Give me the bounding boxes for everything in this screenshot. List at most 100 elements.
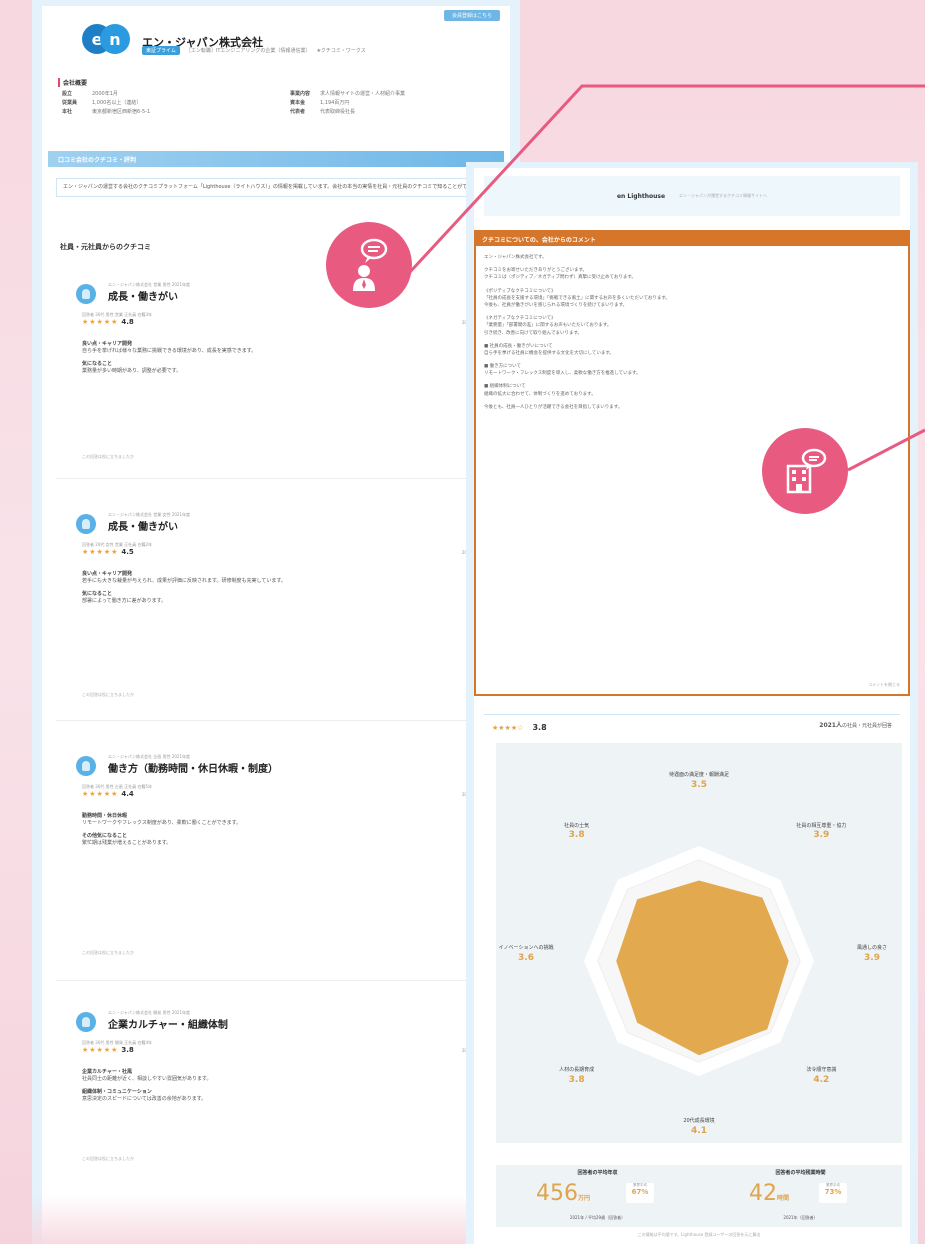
helpful-link[interactable]: この回答は役に立ちましたか xyxy=(82,950,134,956)
salary-caption: この情報は平均値です。Lighthouse 登録ユーザーの回答を元に算出 xyxy=(637,1232,761,1237)
radar-axis-value: 3.9 xyxy=(864,952,880,963)
right-panel: en Lighthouse エン・ジャパンが運営するクチコミ情報サイトへ クチコ… xyxy=(466,162,918,1244)
notice-bar: 口コミ会社のクチコミ・評判 xyxy=(48,151,504,167)
review-text: 意思決定のスピードについては改善の余地があります。 xyxy=(82,1095,207,1102)
radar-axis-value: 3.6 xyxy=(518,952,534,963)
radar-axis-label: 法令順守意識 4.2 xyxy=(781,1067,861,1085)
salary-footnote: 2021年 / 平均29歳（回答者） xyxy=(569,1215,626,1220)
review-label: 良い点・キャリア開発 xyxy=(82,341,133,347)
review-label: その他気になること xyxy=(82,832,128,839)
company-comment-bubble xyxy=(762,428,848,514)
review-score: 4.5 xyxy=(121,548,134,556)
review-body: 勤務時間・休日休暇 リモートワークやフレックス制度があり、柔軟に働くことができま… xyxy=(82,808,482,847)
review-text: 繁忙期は残業が増えることがあります。 xyxy=(82,839,172,846)
salary-value: 456 xyxy=(536,1181,578,1206)
review-works-tag[interactable]: ★クチコミ・ワークス xyxy=(316,47,365,55)
review-title: 働き方（勤務時間・休日休暇・制度） xyxy=(108,764,278,775)
radar-axis-label: 社員の士気 3.8 xyxy=(537,823,617,841)
overall-rating: ★★★★☆ 3.8 2021人の社員・元社員が回答 xyxy=(484,714,900,734)
salary-title: 回答者の平均年収 xyxy=(577,1170,618,1176)
radar-axis-name: 待遇面の満足度・報酬満足 xyxy=(668,772,729,778)
review-label: 気になること xyxy=(82,590,113,597)
employee-comment-bubble xyxy=(326,222,412,308)
comment-line: リモートワーク・フレックス制度を導入し、柔軟な働き方を推進しています。 xyxy=(484,371,641,377)
radar-axis-name: イノベーションへの挑戦 xyxy=(498,945,554,951)
company-info-title: 会社概要 xyxy=(58,78,87,87)
industry-pill: 業界平均 67% xyxy=(626,1183,654,1203)
comment-title: クチコミについての、会社からのコメント xyxy=(476,232,908,246)
salary-unit: 万円 xyxy=(578,1195,591,1202)
radar-chart: 待遇面の満足度・報酬満足 3.5 社員の相互尊重・協力 3.9 風通しの良さ 3.9 法令順… xyxy=(496,743,902,1143)
review-title: 企業カルチャー・組織体制 xyxy=(108,1020,228,1031)
review-body: 良い点・キャリア開発 若手にも大きな裁量が与えられ、成果が評価に反映されます。研… xyxy=(82,566,482,605)
company-logo: e n xyxy=(82,20,130,64)
review-body: 良い点・キャリア開発 自ら手を挙げれば様々な業務に挑戦できる環境があり、成長を実… xyxy=(82,336,482,375)
company-header: e n エン・ジャパン株式会社 xyxy=(82,20,263,64)
radar-axis-value: 4.1 xyxy=(691,1125,707,1136)
helpful-link[interactable]: この回答は役に立ちましたか xyxy=(82,1156,134,1162)
comment-line: 「社員の成長を支援する環境」「挑戦できる風土」に関するお声を多くいただいておりま… xyxy=(484,295,670,301)
overall-score: 3.8 xyxy=(532,723,547,732)
industry-tag[interactable]: ［エン転職］ITエンジニアリングの企業（情報通信業） xyxy=(186,47,311,55)
radar-axis-label: 人材の長期育成 3.8 xyxy=(537,1067,617,1085)
radar-axis-name: 風通しの良さ xyxy=(856,945,887,951)
info-row: 事業内容 求人情報サイトの運営・人材紹介事業 xyxy=(290,91,406,97)
review-rating: ★★★★★ 4.8 xyxy=(82,318,134,326)
review-score: 4.4 xyxy=(121,790,134,798)
star-icons: ★★★★★ xyxy=(82,548,119,556)
comment-line: ■ 働き方について xyxy=(484,364,522,370)
radar-axis-label: 風通しの良さ 3.9 xyxy=(832,945,912,963)
average-salary: 回答者の平均年収 456万円 業界平均 67% 2021年 / 平均29歳（回答… xyxy=(496,1165,699,1227)
overtime-value: 42 xyxy=(749,1181,777,1206)
company-tags: 東証プライム ［エン転職］ITエンジニアリングの企業（情報通信業） ★クチコミ・… xyxy=(142,46,366,55)
lighthouse-link[interactable]: エン・ジャパンが運営するクチコミ情報サイトへ xyxy=(679,193,767,199)
close-comment-link[interactable]: コメントを閉じる xyxy=(868,682,900,688)
star-icons: ★★★★☆ xyxy=(492,724,524,732)
market-tag: 東証プライム xyxy=(142,46,180,55)
radar-axis-name: 社員の相互尊重・協力 xyxy=(796,822,847,829)
review-body: 企業カルチャー・社風 社員同士の距離が近く、相談しやすい雰囲気があります。 組織… xyxy=(82,1064,482,1103)
comment-line: ■ 社員の成長・働きがいについて xyxy=(484,343,553,349)
bottom-fade xyxy=(32,1194,520,1244)
review-avatar-icon xyxy=(76,756,96,776)
radar-axis-value: 3.5 xyxy=(691,779,707,790)
register-button[interactable]: 会員登録はこちら xyxy=(443,10,500,21)
review-card: エン・ジャパン株式会社 開発 男性 2021年度 企業カルチャー・組織体制 回答… xyxy=(56,996,496,1216)
radar-axis-name: 20代成長環境 xyxy=(683,1118,715,1124)
comment-line: 今後とも、社員一人ひとりが活躍できる会社を目指してまいります。 xyxy=(484,404,623,410)
info-row: 従業員 1,000名以上（連結） xyxy=(62,100,142,106)
star-icons: ★★★★★ xyxy=(82,318,119,326)
radar-axis-value: 3.9 xyxy=(813,830,830,841)
review-label: 組織体制・コミュニケーション xyxy=(82,1088,152,1095)
comment-line: 「業務量」「部署間の差」に関するお声もいただいております。 xyxy=(484,323,612,329)
radar-axis-label: 待遇面の満足度・報酬満足 3.5 xyxy=(659,772,739,790)
radar-axis-value: 3.8 xyxy=(568,1074,585,1085)
helpful-link[interactable]: この回答は役に立ちましたか xyxy=(82,692,134,698)
salary-summary: 回答者の平均年収 456万円 業界平均 67% 2021年 / 平均29歳（回答… xyxy=(496,1165,902,1227)
star-icons: ★★★★★ xyxy=(82,790,119,798)
review-text: 社員同士の距離が近く、相談しやすい雰囲気があります。 xyxy=(82,1076,212,1082)
radar-axis-label: 社員の相互尊重・協力 3.9 xyxy=(781,823,861,841)
review-avatar-icon xyxy=(76,284,96,304)
review-score: 4.8 xyxy=(121,318,134,326)
comment-line: エン・ジャパン株式会社です。 xyxy=(484,255,547,260)
review-rating: ★★★★★ 4.4 xyxy=(82,790,134,798)
comment-line: 《ネガティブなクチコミについて》 xyxy=(484,316,556,322)
industry-pill: 業界平均 73% xyxy=(819,1183,847,1203)
employee-speech-icon xyxy=(353,238,388,291)
company-info: 設立 2000年1月 事業内容 求人情報サイトの運営・人材紹介事業 従業員 1,000… xyxy=(62,90,502,115)
comment-line: 組織の拡大に合わせて、体制づくりを進めております。 xyxy=(484,391,596,397)
comment-line: 自ら手を挙げる社員に機会を提供する文化を大切にしています。 xyxy=(484,350,614,356)
review-title: 成長・働きがい xyxy=(108,292,178,303)
review-text: 若手にも大きな裁量が与えられ、成果が評価に反映されます。研修制度も充実しています… xyxy=(82,578,286,584)
star-icons: ★★★★★ xyxy=(82,1046,119,1054)
helpful-link[interactable]: この回答は役に立ちましたか xyxy=(82,454,134,460)
radar-axis-value: 3.8 xyxy=(568,830,585,841)
overtime-footnote: 2021年（回答者） xyxy=(783,1215,818,1220)
reviews-section-title: 社員・元社員からのクチコミ xyxy=(60,243,151,251)
info-row: 設立 2000年1月 xyxy=(62,91,118,97)
info-row: 資本金 1,194百万円 xyxy=(290,100,350,106)
review-text: 業務量が多い時期があり、調整が必要です。 xyxy=(82,367,182,374)
radar-axis-label: 20代成長環境 4.1 xyxy=(659,1118,739,1136)
comment-line: 引き続き、改善に向けて取り組んでまいります。 xyxy=(484,330,583,336)
